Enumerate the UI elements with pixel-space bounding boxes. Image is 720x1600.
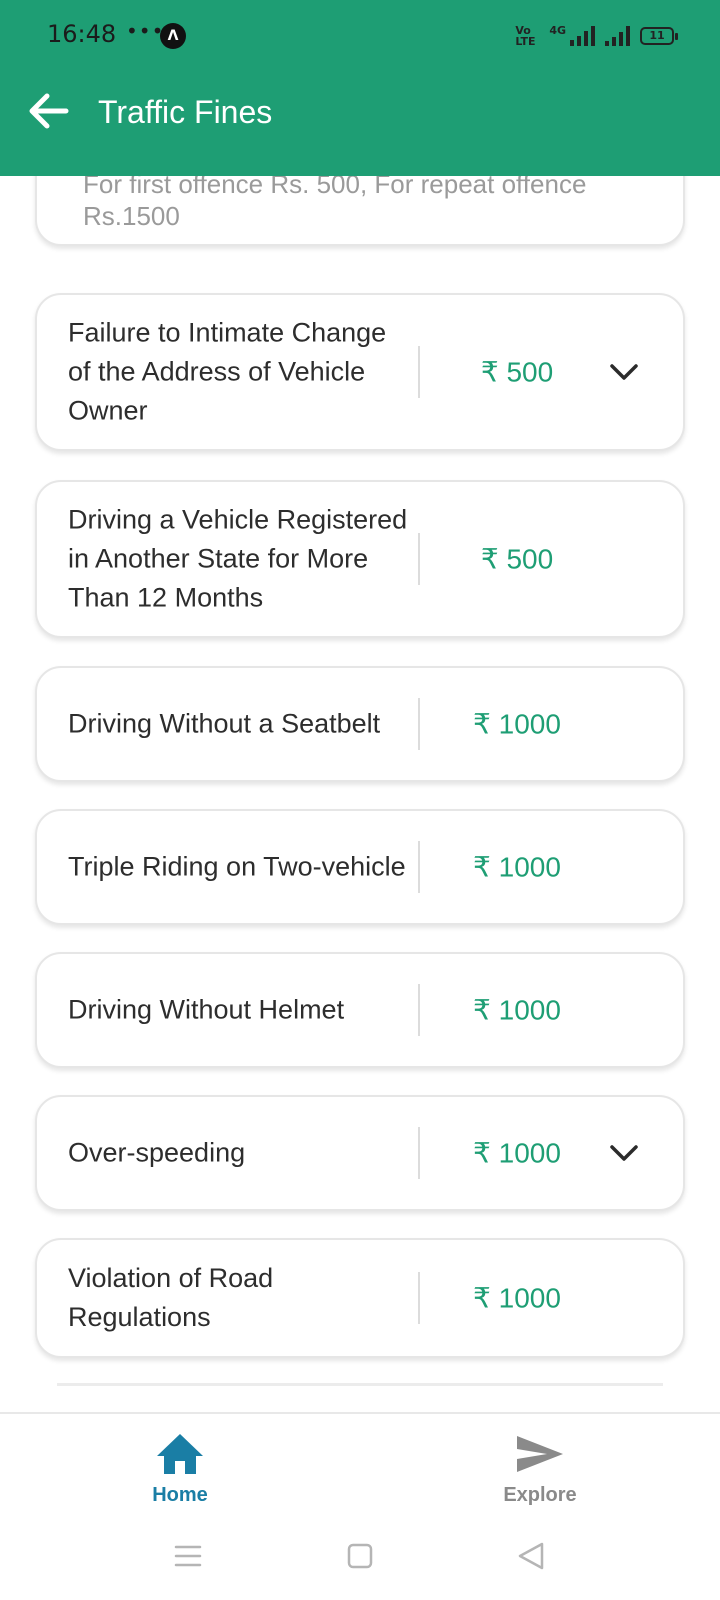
fine-card[interactable]: Driving Without a Seatbelt ₹ 1000 [35, 666, 685, 782]
fine-amount: ₹ 500 [480, 543, 554, 575]
fines-list[interactable]: For first offence Rs. 500, For repeat of… [0, 176, 720, 1412]
page-title: Traffic Fines [98, 94, 273, 130]
send-icon [517, 1436, 563, 1472]
fine-amount: ₹ 1000 [473, 994, 561, 1026]
fine-name: Triple Riding on Two-vehicle [68, 851, 406, 882]
divider [418, 1272, 420, 1324]
fine-card[interactable]: Failure to Intimate Change of the Addres… [35, 293, 685, 451]
fine-card-partial[interactable]: For first offence Rs. 500, For repeat of… [35, 176, 685, 246]
fine-name: Violation of Road Regulations [68, 1263, 274, 1332]
status-time: 16:48 [47, 20, 117, 48]
fine-name: Driving a Vehicle Registered in Another … [68, 504, 408, 613]
volte-icon: Vo LTE [515, 24, 536, 48]
fine-name: Over-speeding [68, 1137, 246, 1168]
navigation-app-icon: Λ [160, 23, 186, 49]
signal-icon-2 [605, 26, 630, 46]
fine-note: For first offence Rs. 500, For repeat of… [83, 176, 587, 231]
nav-home-label: Home [152, 1484, 208, 1506]
chevron-down-icon[interactable] [609, 1143, 639, 1163]
fine-amount: ₹ 1000 [473, 851, 561, 883]
divider [418, 698, 420, 750]
square-icon[interactable] [340, 1536, 380, 1576]
system-navigation-bar [0, 1518, 720, 1600]
fine-card[interactable]: Driving Without Helmet ₹ 1000 [35, 952, 685, 1068]
network-type-label: 4G [549, 23, 566, 37]
nav-explore-label: Explore [503, 1484, 577, 1506]
status-bar: 16:48 ••• Λ Vo LTE 4G 11 [0, 0, 720, 72]
fine-card[interactable]: Violation of Road Regulations ₹ 1000 [35, 1238, 685, 1358]
status-icons: Vo LTE 4G 11 [515, 22, 678, 50]
bottom-navigation: Home Explore [0, 1412, 720, 1518]
fine-name: Failure to Intimate Change of the Addres… [68, 317, 387, 426]
divider [418, 533, 420, 585]
battery-icon: 11 [640, 27, 678, 45]
fine-name: Driving Without Helmet [68, 994, 345, 1025]
triangle-back-icon[interactable] [512, 1536, 552, 1576]
menu-icon[interactable] [168, 1536, 208, 1576]
signal-icon [570, 26, 595, 46]
divider [418, 841, 420, 893]
fine-amount: ₹ 500 [480, 356, 554, 388]
nav-home-button[interactable]: Home [90, 1414, 270, 1518]
fine-amount: ₹ 1000 [473, 1282, 561, 1314]
fine-amount: ₹ 1000 [473, 1137, 561, 1169]
back-arrow-icon[interactable] [28, 92, 70, 130]
chevron-down-icon[interactable] [609, 362, 639, 382]
fine-amount: ₹ 1000 [473, 708, 561, 740]
divider [418, 984, 420, 1036]
fine-card[interactable]: Driving a Vehicle Registered in Another … [35, 480, 685, 638]
fine-name: Driving Without a Seatbelt [68, 708, 381, 739]
next-card-edge [57, 1383, 663, 1386]
fine-card[interactable]: Over-speeding ₹ 1000 [35, 1095, 685, 1211]
more-notifications-icon: ••• [126, 19, 165, 43]
divider [418, 346, 420, 398]
app-bar: 16:48 ••• Λ Vo LTE 4G 11 Traffic Fines [0, 0, 720, 176]
divider [418, 1127, 420, 1179]
nav-explore-button[interactable]: Explore [450, 1414, 630, 1518]
home-icon [157, 1434, 203, 1474]
fine-card[interactable]: Triple Riding on Two-vehicle ₹ 1000 [35, 809, 685, 925]
